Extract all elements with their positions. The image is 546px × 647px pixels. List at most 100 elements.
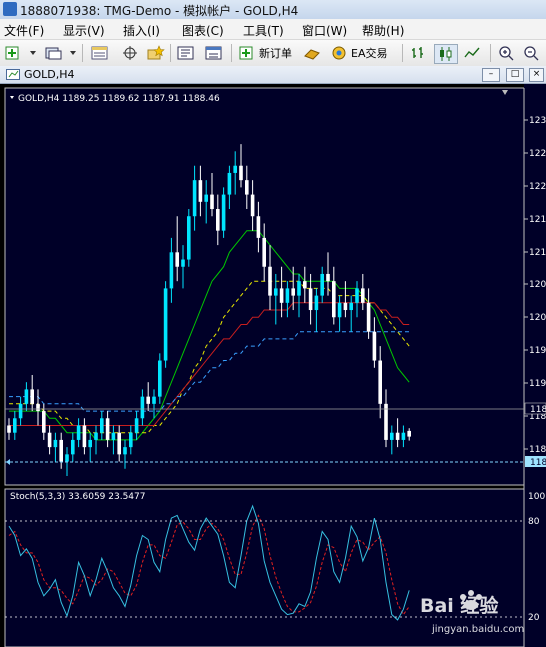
candle-body xyxy=(47,432,52,448)
stoch-axis-top: 100 xyxy=(528,492,545,502)
candle-body xyxy=(297,281,301,296)
candle-body xyxy=(239,165,243,181)
toolbar-separator xyxy=(490,44,491,62)
candle-body xyxy=(256,216,261,238)
candle-body xyxy=(204,194,208,202)
toolbar-separator xyxy=(402,44,403,62)
price-tick-label: 121 xyxy=(529,215,546,225)
current-price-label: 118 xyxy=(530,405,546,415)
new-order-button[interactable]: 新订单 xyxy=(238,44,298,62)
close-button[interactable]: × xyxy=(529,68,544,82)
favorites-button[interactable] xyxy=(146,44,166,62)
ea-trading-button[interactable]: EA交易 xyxy=(330,44,392,62)
chart-window-header[interactable]: GOLD,H4 – □ × xyxy=(0,66,546,84)
candle-body xyxy=(233,165,237,173)
price-tick-label: 120 xyxy=(529,313,546,323)
candle-body xyxy=(42,411,46,433)
candle-body xyxy=(134,418,139,433)
candle-body xyxy=(111,432,116,440)
candle-body xyxy=(407,430,411,437)
stoch-axis-20: 20 xyxy=(528,613,540,623)
bar-chart-button[interactable] xyxy=(408,44,428,62)
candle-body xyxy=(18,403,23,419)
candlestick-icon xyxy=(440,47,452,61)
minimize-button[interactable]: – xyxy=(482,68,500,82)
candle-body xyxy=(349,302,353,311)
candle-body xyxy=(192,180,197,217)
candle-body xyxy=(279,288,284,303)
navigator-button[interactable] xyxy=(176,44,196,62)
candle-body xyxy=(88,439,92,448)
candle-body xyxy=(285,288,290,303)
candle-body xyxy=(198,180,203,202)
price-tick-label: 123 xyxy=(529,116,546,126)
price-tick-label: 119 xyxy=(529,379,546,389)
candle-body xyxy=(250,194,255,217)
new-chart-button[interactable] xyxy=(4,44,38,62)
market-watch-button[interactable] xyxy=(90,44,110,62)
menu-help[interactable]: 帮助(H) xyxy=(362,22,404,39)
candle-body xyxy=(216,209,220,231)
candle-body xyxy=(320,273,324,296)
profiles-icon xyxy=(45,47,76,60)
menu-tools[interactable]: 工具(T) xyxy=(243,22,284,39)
candle-body xyxy=(355,288,359,303)
zoom-out-button[interactable] xyxy=(522,44,542,62)
candle-body xyxy=(24,389,29,404)
candle-body xyxy=(308,288,313,311)
zoom-out-icon xyxy=(524,46,539,61)
crosshair-button[interactable] xyxy=(120,44,140,62)
candle-body xyxy=(140,396,145,419)
candle-body xyxy=(13,418,17,433)
price-chart[interactable]: 123 122 122 121 121 120 120 119 119 118 118 GOLD,H… xyxy=(0,84,546,647)
candle-body xyxy=(175,252,179,267)
line-chart-button[interactable] xyxy=(462,44,482,62)
app-icon xyxy=(3,2,17,16)
candle-body xyxy=(274,288,278,296)
candle-body xyxy=(30,389,34,404)
candle-body xyxy=(146,396,150,404)
price-tick-label: 122 xyxy=(529,182,546,192)
new-order-label: 新订单 xyxy=(259,47,292,60)
menu-charts[interactable]: 图表(C) xyxy=(182,22,224,39)
candle-body xyxy=(82,425,87,448)
candle-body xyxy=(303,281,307,289)
profiles-button[interactable] xyxy=(44,44,78,62)
stochastic-header: Stoch(5,3,3) 33.6059 23.5477 xyxy=(10,492,145,502)
menu-file[interactable]: 文件(F) xyxy=(4,22,44,39)
chart-window-title: GOLD,H4 xyxy=(24,68,75,81)
menu-insert[interactable]: 插入(I) xyxy=(123,22,160,39)
restore-button[interactable]: □ xyxy=(506,68,524,82)
candle-body xyxy=(181,259,185,267)
toolbar: 新订单 EA交易 xyxy=(0,40,546,67)
bar-chart-icon xyxy=(412,47,423,58)
candle-body xyxy=(36,403,40,412)
history-center-button[interactable] xyxy=(302,44,322,62)
price-tick-label: 122 xyxy=(529,149,546,159)
toolbar-separator xyxy=(170,44,171,62)
ea-trading-label: EA交易 xyxy=(351,47,388,60)
stoch-axis-80: 80 xyxy=(528,517,540,527)
candle-body xyxy=(163,288,168,361)
ea-robot-icon xyxy=(332,46,346,60)
menu-view[interactable]: 显示(V) xyxy=(63,22,105,39)
candle-body xyxy=(395,432,400,440)
candle-body xyxy=(221,194,226,231)
candle-body xyxy=(59,439,63,462)
main-panel-header: GOLD,H4 1189.25 1189.62 1187.91 1188.46 xyxy=(18,94,220,104)
candle-body xyxy=(337,302,342,318)
zoom-in-icon xyxy=(499,46,514,61)
price-tick-label: 120 xyxy=(529,280,546,290)
zoom-in-button[interactable] xyxy=(497,44,517,62)
candle-body xyxy=(372,331,377,361)
market-watch-icon xyxy=(91,46,108,60)
star-folder-icon xyxy=(147,45,165,60)
candle-body xyxy=(291,288,295,296)
candlestick-chart-button[interactable] xyxy=(434,44,458,64)
candle-body xyxy=(94,432,98,440)
menu-window[interactable]: 窗口(W) xyxy=(302,22,347,39)
candle-body xyxy=(378,360,382,404)
crosshair-icon xyxy=(123,46,137,60)
candle-body xyxy=(262,237,266,267)
terminal-button[interactable] xyxy=(204,44,224,62)
